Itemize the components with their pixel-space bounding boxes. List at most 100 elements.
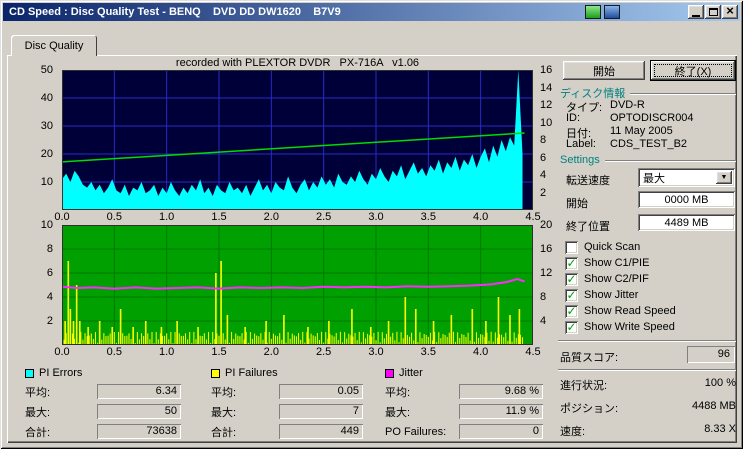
pie-chart-x-axis: 0.0 0.5 1.0 1.5 2.0 2.5 3.0 3.5 4.0 4.5 — [54, 211, 540, 223]
axis-tick: 14 — [540, 81, 553, 94]
pi-failures-panel-title: PI Failures — [225, 367, 278, 379]
minimize-button[interactable] — [688, 5, 704, 19]
checkbox-show-jitter[interactable]: ✓ Show Jitter — [565, 288, 638, 302]
axis-tick: 4.5 — [525, 211, 541, 223]
avg-label: 平均: — [385, 386, 411, 399]
checkbox-label: Quick Scan — [584, 241, 641, 253]
pif-jitter-chart — [62, 225, 533, 345]
checkbox-label: Show C1/PIE — [584, 257, 650, 269]
axis-tick: 8 — [540, 134, 547, 146]
pi-failures-total-value: 449 — [279, 424, 363, 439]
pie-chart-canvas — [62, 70, 533, 210]
check-icon: ✓ — [566, 287, 577, 302]
progress-value: 100 % — [704, 377, 736, 389]
pif-jitter-chart-canvas — [62, 225, 533, 345]
titlebar[interactable]: CD Speed : Disc Quality Test - BENQ DVD … — [3, 3, 740, 21]
pif-chart-right-axis: 20 16 12 8 4 — [537, 219, 565, 345]
disc-id-value: OPTODISCR004 — [610, 112, 694, 124]
check-icon: ✓ — [566, 255, 577, 270]
axis-tick: 1.0 — [159, 346, 175, 358]
separator — [558, 340, 736, 342]
start-position-label: 開始 — [566, 198, 588, 210]
combo-dropdown-button[interactable]: ▼ — [716, 171, 732, 184]
tab-disc-quality[interactable]: Disc Quality — [11, 35, 97, 56]
total-label: 合計: — [211, 426, 237, 439]
end-position-value: 4489 MB — [664, 216, 709, 229]
axis-tick: 12 — [540, 99, 553, 111]
axis-tick: 20 — [40, 148, 53, 160]
axis-tick: 3.5 — [420, 211, 436, 223]
po-failures-value: 0 — [459, 424, 543, 439]
axis-tick: 4.0 — [473, 346, 489, 358]
checkbox-box[interactable]: ✓ — [565, 255, 578, 270]
axis-tick: 20 — [540, 219, 553, 231]
chevron-down-icon: ▼ — [720, 174, 728, 181]
titlebar-blue-icon[interactable] — [604, 5, 620, 19]
axis-tick: 16 — [540, 64, 553, 76]
disc-label-row: Label: CDS_TEST_B2 — [566, 138, 736, 150]
checkbox-label: Show Write Speed — [584, 321, 675, 333]
speed-readout-label: 速度: — [560, 426, 586, 438]
axis-tick: 3.0 — [368, 346, 384, 358]
speed-select[interactable]: 最大 ▼ — [638, 168, 735, 187]
axis-tick: 2 — [46, 315, 53, 327]
axis-tick: 8 — [540, 291, 547, 303]
axis-tick: 4 — [540, 169, 547, 181]
speed-readout-value: 8.33 X — [704, 423, 736, 435]
progress-row: 進行状況: 100 % — [560, 377, 736, 393]
checkbox-box[interactable]: ✓ — [565, 271, 578, 286]
minimize-icon — [692, 14, 700, 17]
axis-tick: 6 — [46, 267, 53, 279]
checkbox-show-write-speed[interactable]: ✓ Show Write Speed — [565, 320, 675, 334]
position-row: ポジション: 4488 MB — [560, 400, 736, 416]
jitter-avg-value: 9.68 % — [459, 384, 543, 399]
checkbox-box[interactable]: ✓ — [565, 304, 578, 318]
checkbox-label: Show Jitter — [584, 289, 639, 301]
axis-tick: 10 — [40, 176, 53, 188]
exit-button[interactable]: 終了(X) — [651, 61, 735, 80]
titlebar-green-icon[interactable] — [585, 5, 601, 19]
pi-failures-avg-value: 0.05 — [279, 384, 363, 399]
start-button[interactable]: 開始 — [563, 61, 645, 80]
checkbox-show-c2-pif[interactable]: ✓ Show C2/PIF — [565, 272, 649, 286]
axis-tick: 2.0 — [263, 211, 279, 223]
pi-errors-avg-value: 6.34 — [97, 384, 181, 399]
axis-tick: 2.5 — [316, 211, 332, 223]
disc-id-label: ID: — [566, 112, 581, 124]
checkbox-box[interactable]: ✓ — [565, 287, 578, 302]
axis-tick: 2 — [540, 186, 547, 199]
position-label: ポジション: — [560, 403, 619, 415]
close-button[interactable]: × — [722, 4, 738, 19]
checkbox-show-c1-pie[interactable]: ✓ Show C1/PIE — [565, 256, 649, 270]
axis-tick: 4.0 — [473, 211, 489, 223]
separator — [558, 369, 736, 371]
axis-tick: 16 — [540, 243, 553, 255]
end-position-field[interactable]: 4489 MB — [638, 214, 735, 231]
checkbox-box[interactable]: ✓ — [565, 320, 578, 334]
axis-tick: 40 — [40, 92, 53, 104]
speed-row: 速度: 8.33 X — [560, 423, 736, 439]
start-position-field[interactable]: 0000 MB — [638, 191, 735, 208]
axis-tick: 3.5 — [420, 346, 436, 358]
checkbox-box[interactable]: ✓ — [565, 240, 578, 254]
pi-failures-legend-swatch — [211, 368, 220, 378]
check-icon: ✓ — [566, 271, 577, 286]
app-window: CD Speed : Disc Quality Test - BENQ DVD … — [0, 0, 743, 449]
disc-label-label: Label: — [566, 138, 596, 150]
axis-tick: 0.0 — [54, 211, 70, 223]
axis-tick: 0.5 — [106, 346, 122, 358]
axis-tick: 4.5 — [525, 346, 541, 358]
recorded-with-label: recorded with PLEXTOR DVDR PX-716A v1.06 — [175, 57, 420, 69]
total-label: 合計: — [25, 426, 51, 439]
maximize-button[interactable] — [705, 5, 721, 19]
jitter-panel: Jitter 平均: 9.68 % 最大: 11.9 % PO Failures: 0 — [385, 366, 543, 444]
checkbox-quick-scan[interactable]: ✓ Quick Scan — [565, 240, 640, 254]
pi-errors-max-value: 50 — [97, 404, 181, 419]
jitter-legend-swatch — [385, 368, 394, 378]
disc-id-row: ID: OPTODISCR004 — [566, 112, 736, 124]
end-position-label: 終了位置 — [566, 221, 610, 233]
checkbox-show-read-speed[interactable]: ✓ Show Read Speed — [565, 304, 676, 318]
checkbox-label: Show Read Speed — [584, 305, 676, 317]
pi-errors-total-value: 73638 — [97, 424, 181, 439]
max-label: 最大: — [25, 406, 51, 419]
